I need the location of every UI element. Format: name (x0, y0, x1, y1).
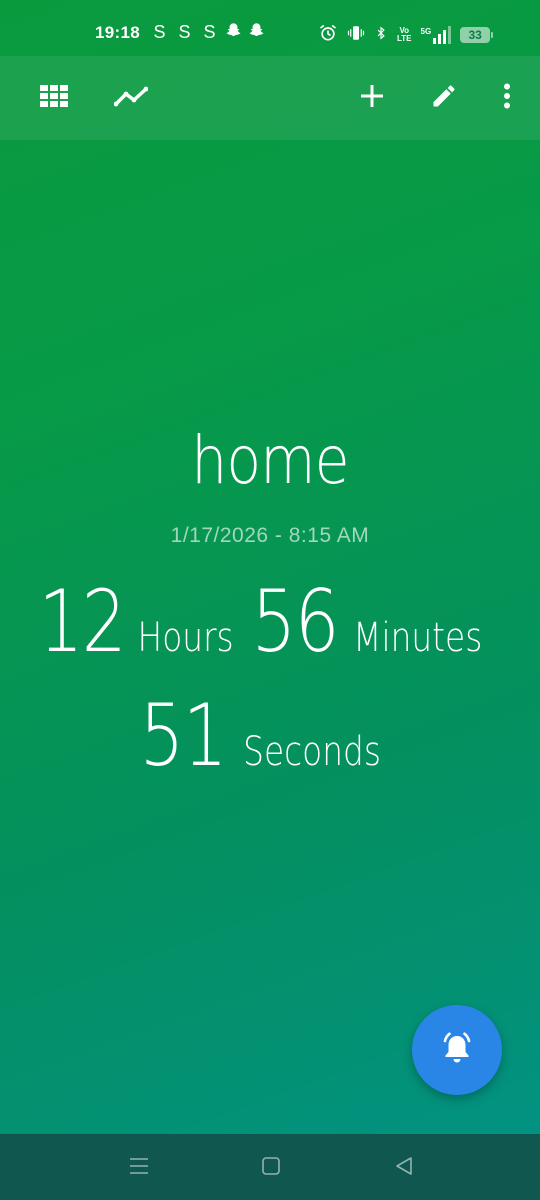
trend-button[interactable] (109, 76, 153, 120)
notification-icons: S S S (150, 22, 265, 44)
alarm-fab-button[interactable] (412, 1005, 502, 1095)
notification-s-icon: S (153, 22, 166, 42)
status-bar: 19:18 S S S Vo LTE 5G 33 (0, 0, 540, 56)
seconds-value: 51 (139, 686, 228, 786)
volte-icon: Vo LTE (397, 27, 412, 43)
event-title: home (191, 422, 349, 499)
5g-signal-icon: 5G (421, 26, 452, 44)
navigation-bar (0, 1134, 540, 1200)
snapchat-icon (248, 22, 265, 44)
add-button[interactable] (350, 76, 394, 120)
grid-icon (40, 84, 68, 112)
alarm-icon (318, 23, 338, 48)
home-icon (261, 1156, 281, 1181)
countdown-seconds: 51 Seconds (0, 686, 540, 786)
screen: 19:18 S S S Vo LTE 5G 33 home 1/17/2026 … (0, 0, 540, 1200)
battery-icon: 33 (460, 27, 494, 43)
home-button[interactable] (253, 1150, 289, 1186)
bell-icon (437, 1028, 477, 1073)
back-button[interactable] (386, 1150, 422, 1186)
more-options-button[interactable] (485, 76, 529, 120)
recents-button[interactable] (121, 1150, 157, 1186)
toolbar (0, 56, 540, 140)
minutes-value: 56 (251, 572, 339, 672)
battery-level: 33 (468, 28, 482, 42)
notification-s-icon: S (178, 22, 191, 42)
system-status-icons: Vo LTE 5G 33 (318, 22, 494, 48)
back-icon (394, 1156, 414, 1181)
volte-bottom-label: LTE (397, 34, 412, 43)
network-type-label: 5G (420, 27, 432, 36)
seconds-label: Seconds (242, 729, 381, 775)
status-time: 19:18 (95, 23, 140, 42)
notification-s-icon: S (203, 22, 216, 42)
minutes-label: Minutes (353, 615, 483, 661)
bluetooth-icon (374, 23, 388, 48)
hours-label: Hours (137, 615, 234, 661)
vibrate-icon (347, 23, 365, 48)
edit-button[interactable] (422, 76, 466, 120)
recents-icon (129, 1157, 149, 1180)
grid-view-button[interactable] (32, 76, 76, 120)
trend-icon (113, 85, 149, 112)
countdown-hours-minutes: 12 Hours 56 Minutes (0, 572, 540, 672)
edit-icon (430, 82, 458, 115)
more-vert-icon (503, 83, 511, 114)
event-datetime: 1/17/2026 - 8:15 AM (170, 524, 370, 547)
snapchat-icon (225, 22, 242, 44)
hours-value: 12 (38, 572, 127, 672)
add-icon (360, 84, 384, 113)
